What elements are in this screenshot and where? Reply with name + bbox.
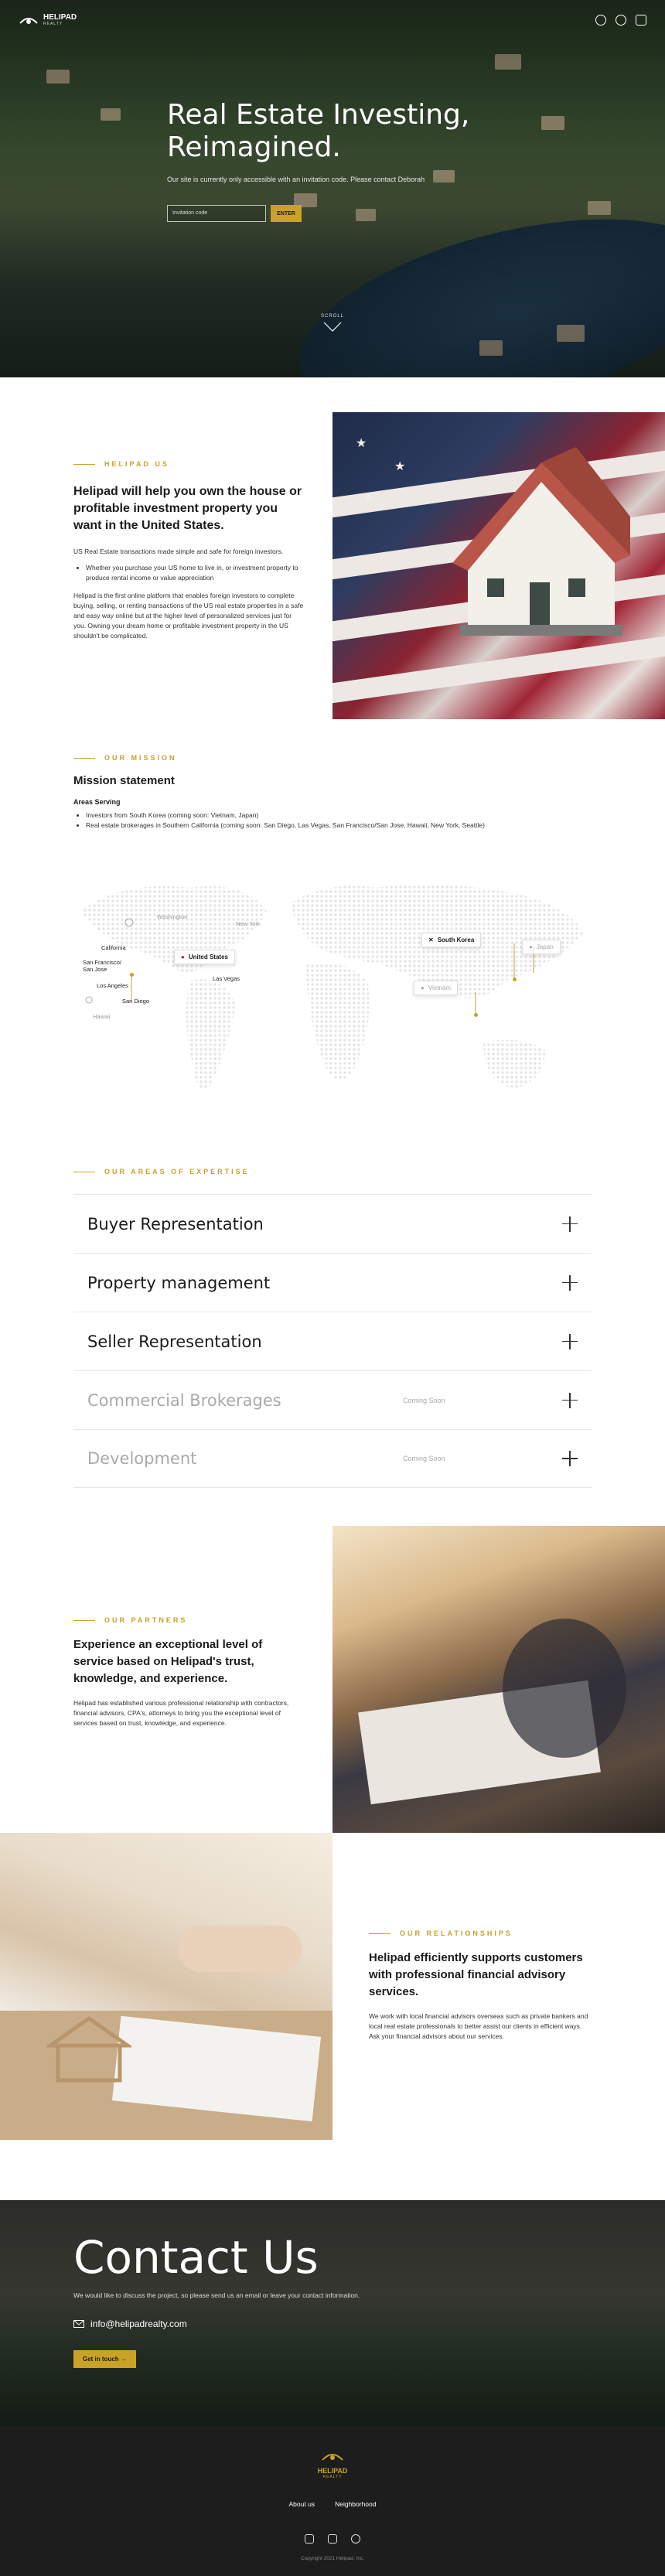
relationships-body: We work with local financial advisors ov… xyxy=(369,2012,588,2040)
footer-brand: HELIPAD xyxy=(317,2467,348,2475)
hero-title: Real Estate Investing, Reimagined. xyxy=(167,99,470,163)
expertise-item-buyer[interactable]: Buyer Representation xyxy=(73,1194,592,1253)
kr-flag-icon: ✕ xyxy=(428,937,434,943)
enter-button[interactable]: ENTER xyxy=(271,205,302,222)
email-address: info@helipadrealty.com xyxy=(90,2318,187,2329)
partners-body: Helipad has established various professi… xyxy=(73,1699,289,1727)
expertise-kicker: OUR AREAS OF EXPERTISE xyxy=(104,1168,250,1175)
areas-serving-label: Areas Serving xyxy=(73,798,121,806)
footer-logo[interactable]: HELIPAD REALTY xyxy=(313,2449,352,2479)
partners-kicker: OUR PARTNERS xyxy=(104,1616,188,1624)
brand-sub: REALTY xyxy=(43,22,63,26)
footer: HELIPAD REALTY About us Neighborhood Cop… xyxy=(0,2426,665,2576)
invitation-code-input[interactable]: Invitation code xyxy=(167,205,266,222)
house-model-icon xyxy=(452,447,630,636)
flag-house-image: ★ ★ ★ xyxy=(332,412,665,719)
intro-paragraph-1: US Real Estate transactions made simple … xyxy=(73,548,284,555)
house-model-icon xyxy=(46,2015,131,2083)
location-dot xyxy=(474,1013,478,1017)
mission-section: OUR MISSION Mission statement Areas Serv… xyxy=(73,754,599,831)
city-hawaii: Hawaii xyxy=(93,1013,111,1020)
city-los-angeles: Los Angeles xyxy=(97,982,128,989)
meeting-image xyxy=(332,1526,665,1833)
helipad-logo-icon xyxy=(322,2454,343,2461)
plus-icon[interactable] xyxy=(562,1216,578,1232)
world-map-graphic xyxy=(81,885,584,1090)
relationships-kicker: OUR RELATIONSHIPS xyxy=(400,1929,513,1937)
mission-kicker: OUR MISSION xyxy=(104,754,177,762)
plus-icon[interactable] xyxy=(562,1333,578,1349)
get-in-touch-button[interactable]: Get in touch → xyxy=(73,2350,136,2368)
contact-section: Contact Us We would like to discuss the … xyxy=(0,2200,665,2426)
expertise-item-property[interactable]: Property management xyxy=(73,1253,592,1312)
city-california: California xyxy=(101,944,126,951)
youtube-icon[interactable] xyxy=(328,2534,337,2544)
relationships-title: Helipad efficiently supports customers w… xyxy=(369,1951,583,1998)
city-new-york: New York xyxy=(236,920,261,927)
city-san-francisco: San Francisco/ San Jose xyxy=(83,959,122,973)
footer-link-neighborhood[interactable]: Neighborhood xyxy=(335,2500,376,2508)
mission-item: Real estate brokerages in Southern Calif… xyxy=(86,821,599,831)
footer-link-about[interactable]: About us xyxy=(289,2500,315,2508)
jp-flag-icon: ● xyxy=(529,943,533,950)
expertise-item-commercial[interactable]: Commercial Brokerages Coming Soon xyxy=(73,1370,592,1429)
hero-section: HELIPAD REALTY Real Estate Investing, Re… xyxy=(0,0,665,377)
plus-icon[interactable] xyxy=(562,1392,578,1408)
email-link[interactable]: info@helipadrealty.com xyxy=(73,2318,187,2329)
contact-description: We would like to discuss the project, so… xyxy=(73,2291,360,2299)
copyright: Copyright 2021 Helipad, Inc. xyxy=(300,2556,365,2561)
helipad-logo-icon xyxy=(19,18,38,24)
intro-bullet: Whether you purchase your US home to liv… xyxy=(86,563,305,583)
footer-brand-sub: REALTY xyxy=(322,2475,343,2479)
facebook-icon[interactable] xyxy=(305,2534,314,2544)
instagram-icon[interactable] xyxy=(351,2534,360,2544)
us-flag-icon: ● xyxy=(181,954,185,960)
intro-kicker: HELIPAD US xyxy=(104,460,169,468)
intro-paragraph-2: Helipad is the first online platform tha… xyxy=(73,592,304,640)
mission-title: Mission statement xyxy=(73,774,175,787)
top-nav: HELIPAD REALTY xyxy=(19,12,646,28)
mission-item: Investors from South Korea (coming soon:… xyxy=(86,810,599,821)
handshake-image xyxy=(0,1833,332,2140)
user-icon[interactable] xyxy=(616,15,626,26)
expertise-list: Buyer Representation Property management… xyxy=(73,1194,592,1488)
globe-icon[interactable] xyxy=(595,15,606,26)
pin-vietnam[interactable]: ● Vietnam xyxy=(414,981,459,995)
pin-japan[interactable]: ● Japan xyxy=(522,940,561,954)
hero-tagline: Our site is currently only accessible wi… xyxy=(167,176,425,183)
location-dot xyxy=(513,978,517,981)
menu-icon[interactable] xyxy=(636,15,646,26)
intro-title: Helipad will help you own the house or p… xyxy=(73,485,302,532)
contact-title: Contact Us xyxy=(73,2231,319,2284)
partners-title: Experience an exceptional level of servi… xyxy=(73,1638,263,1685)
scroll-label: SCROLL xyxy=(320,314,344,319)
mail-icon xyxy=(73,2320,84,2328)
partners-section: OUR PARTNERS Experience an exceptional l… xyxy=(73,1616,290,1728)
city-san-diego: San Diego xyxy=(122,998,150,1005)
brand-name: HELIPAD xyxy=(43,13,77,22)
coming-soon-badge: Coming Soon xyxy=(403,1455,445,1462)
expertise-item-development[interactable]: Development Coming Soon xyxy=(73,1429,592,1488)
city-washington: Washington xyxy=(157,913,188,920)
coming-soon-badge: Coming Soon xyxy=(403,1396,445,1404)
plus-icon[interactable] xyxy=(562,1274,578,1291)
pin-united-states[interactable]: ● United States xyxy=(174,950,235,964)
vn-flag-icon: ● xyxy=(421,984,425,991)
pin-south-korea[interactable]: ✕ South Korea xyxy=(421,933,482,947)
invite-form: Invitation code ENTER xyxy=(167,205,302,222)
expertise-item-seller[interactable]: Seller Representation xyxy=(73,1312,592,1370)
chevron-down-icon[interactable] xyxy=(323,322,342,333)
logo[interactable]: HELIPAD REALTY xyxy=(19,12,77,28)
world-map: ● United States ✕ South Korea ● Japan ● Viet… xyxy=(73,857,599,1135)
city-las-vegas: Las Vegas xyxy=(213,975,240,982)
plus-icon[interactable] xyxy=(562,1451,578,1466)
location-dot xyxy=(130,973,134,977)
intro-section: HELIPAD US Helipad will help you own the… xyxy=(73,460,305,641)
relationships-section: OUR RELATIONSHIPS Helipad efficiently su… xyxy=(369,1929,593,2042)
